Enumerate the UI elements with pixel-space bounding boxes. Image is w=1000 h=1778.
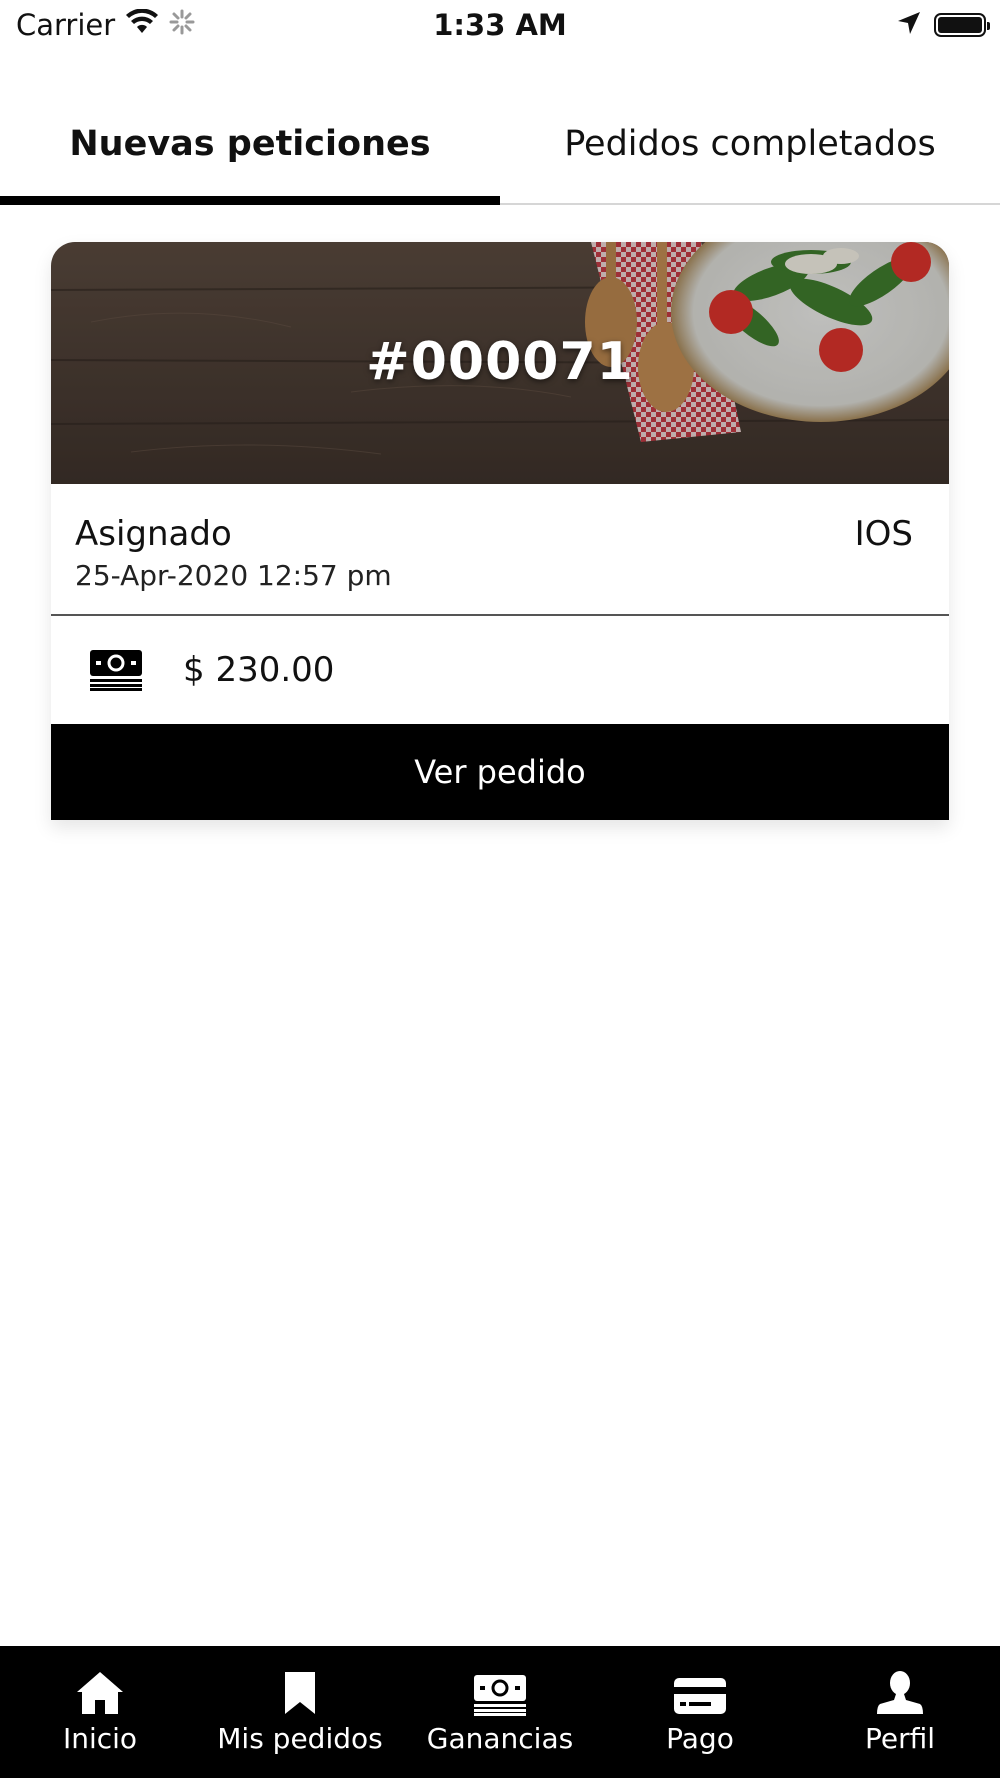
money-icon <box>473 1668 527 1716</box>
view-order-label: Ver pedido <box>414 753 586 791</box>
app-screen: Carrier 1:33 AM Nuevas peticiones Pedido… <box>0 0 1000 1778</box>
nav-item-mis-pedidos[interactable]: Mis pedidos <box>200 1646 400 1778</box>
order-hero-image: #000071 <box>51 242 949 484</box>
tab-pedidos-completados[interactable]: Pedidos completados <box>500 90 1000 203</box>
credit-card-icon <box>673 1668 727 1716</box>
order-amount: $ 230.00 <box>183 650 335 690</box>
location-arrow-icon <box>896 10 922 40</box>
money-icon <box>89 649 143 691</box>
nav-label: Mis pedidos <box>217 1722 383 1755</box>
person-icon <box>873 1668 927 1716</box>
order-platform: IOS <box>854 514 913 554</box>
nav-label: Ganancias <box>426 1722 574 1755</box>
view-order-button[interactable]: Ver pedido <box>51 724 949 820</box>
tab-bar: Nuevas peticiones Pedidos completados <box>0 90 1000 205</box>
tab-label: Nuevas peticiones <box>69 124 431 164</box>
nav-label: Pago <box>666 1722 734 1755</box>
nav-item-inicio[interactable]: Inicio <box>0 1646 200 1778</box>
status-time: 1:33 AM <box>433 8 567 42</box>
bottom-nav: Inicio Mis pedidos Ganancias Pago Perfil <box>0 1646 1000 1778</box>
tab-nuevas-peticiones[interactable]: Nuevas peticiones <box>0 90 500 205</box>
status-bar: Carrier 1:33 AM <box>0 0 1000 50</box>
order-amount-row: $ 230.00 <box>51 616 949 724</box>
order-date: 25-Apr-2020 12:57 pm <box>75 559 392 592</box>
order-card: #000071 Asignado IOS 25-Apr-2020 12:57 p… <box>51 242 949 820</box>
order-info: Asignado IOS 25-Apr-2020 12:57 pm <box>51 484 949 616</box>
tab-label: Pedidos completados <box>564 124 936 164</box>
nav-item-ganancias[interactable]: Ganancias <box>400 1646 600 1778</box>
nav-label: Inicio <box>62 1722 138 1755</box>
order-number: #000071 <box>366 332 634 392</box>
nav-item-pago[interactable]: Pago <box>600 1646 800 1778</box>
bookmark-icon <box>273 1668 327 1716</box>
status-indicators <box>896 10 990 40</box>
order-status: Asignado <box>75 514 232 554</box>
nav-label: Perfil <box>864 1722 936 1755</box>
nav-item-perfil[interactable]: Perfil <box>800 1646 1000 1778</box>
battery-icon <box>934 13 990 37</box>
home-icon <box>73 1668 127 1716</box>
